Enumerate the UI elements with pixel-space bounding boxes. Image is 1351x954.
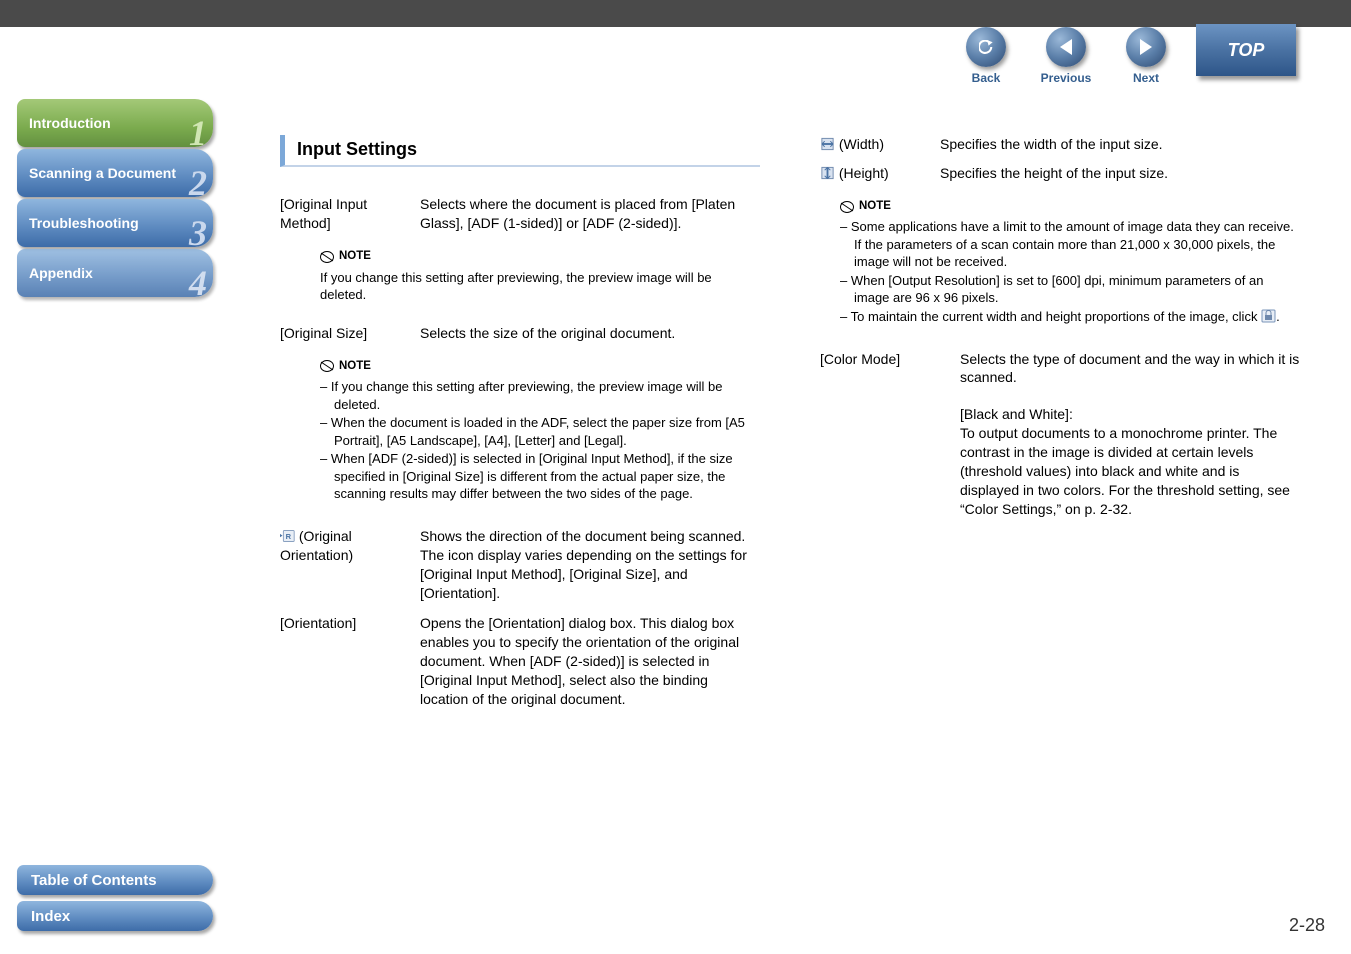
note-label-text: NOTE [339, 249, 371, 265]
bottom-buttons: Table of Contents Index [17, 865, 215, 937]
def-term-color-mode: [Color Mode] [820, 350, 960, 519]
def-desc: Selects the type of document and the way… [960, 350, 1300, 519]
note-text: If you change this setting after preview… [320, 269, 760, 304]
def-term-original-orientation: R (Original Orientation) [280, 527, 420, 603]
sidebar-item-label: Appendix [29, 265, 93, 281]
def-term-text: (Height) [835, 165, 889, 181]
tab-number: 3 [189, 212, 207, 254]
note-label-text: NOTE [339, 359, 371, 375]
next-label: Next [1133, 71, 1159, 85]
sub-desc: To output documents to a monochrome prin… [960, 424, 1300, 518]
index-label: Index [31, 908, 70, 925]
note-icon [320, 250, 334, 264]
note-block: NOTE – Some applications have a limit to… [840, 199, 1300, 326]
def-desc: Specifies the height of the input size. [940, 164, 1300, 183]
note-item: – To maintain the current width and heig… [840, 308, 1300, 326]
def-term-original-size: [Original Size] [280, 324, 420, 343]
next-icon [1138, 38, 1154, 56]
note-label: NOTE [840, 199, 1300, 215]
def-term-height: (Height) [820, 164, 940, 183]
note-block: NOTE – If you change this setting after … [320, 359, 760, 503]
sidebar-item-label: Introduction [29, 115, 111, 131]
table-of-contents-button[interactable]: Table of Contents [17, 865, 213, 895]
right-column: (Width) Specifies the width of the input… [820, 135, 1300, 719]
def-term-text: (Width) [835, 136, 884, 152]
note-label: NOTE [320, 249, 760, 265]
svg-text:R: R [286, 532, 292, 541]
note-item: – If you change this setting after previ… [320, 378, 760, 413]
note-item: – When [ADF (2-sided)] is selected in [O… [320, 450, 760, 503]
definition-row: (Width) Specifies the width of the input… [820, 135, 1300, 154]
note-item: – When [Output Resolution] is set to [60… [840, 272, 1300, 307]
def-desc: Specifies the width of the input size. [940, 135, 1300, 154]
orientation-icon: R [280, 529, 295, 543]
sidebar-item-scanning[interactable]: Scanning a Document 2 [17, 149, 213, 197]
tab-number: 2 [189, 162, 207, 204]
note-block: NOTE If you change this setting after pr… [320, 249, 760, 304]
index-button[interactable]: Index [17, 901, 213, 931]
back-icon [979, 40, 994, 54]
top-button[interactable]: TOP [1196, 24, 1296, 76]
tab-number: 4 [189, 262, 207, 304]
lock-ratio-icon [1261, 309, 1276, 323]
previous-label: Previous [1041, 71, 1092, 85]
note-item: – Some applications have a limit to the … [840, 218, 1300, 271]
sidebar-item-label: Scanning a Document [29, 165, 176, 181]
back-button[interactable]: Back [956, 27, 1016, 85]
definition-row: [Orientation] Opens the [Orientation] di… [280, 614, 760, 708]
definition-row: [Color Mode] Selects the type of documen… [820, 350, 1300, 519]
def-term-width: (Width) [820, 135, 940, 154]
width-icon [820, 137, 835, 151]
sidebar-item-troubleshooting[interactable]: Troubleshooting 3 [17, 199, 213, 247]
back-label: Back [972, 71, 1001, 85]
note-icon [840, 200, 854, 214]
previous-button[interactable]: Previous [1036, 27, 1096, 85]
left-column: Input Settings [Original Input Method] S… [280, 135, 760, 719]
sidebar-item-introduction[interactable]: Introduction 1 [17, 99, 213, 147]
def-desc-text: Selects the type of document and the way… [960, 350, 1300, 388]
sub-title: [Black and White]: [960, 405, 1300, 424]
sidebar: Introduction 1 Scanning a Document 2 Tro… [17, 99, 215, 299]
height-icon [820, 166, 835, 180]
def-desc: Shows the direction of the document bein… [420, 527, 760, 603]
note-item-tail: . [1276, 309, 1280, 324]
note-label-text: NOTE [859, 199, 891, 215]
top-label: TOP [1228, 40, 1265, 61]
def-desc: Selects where the document is placed fro… [420, 195, 760, 233]
note-icon [320, 359, 334, 373]
def-desc: Opens the [Orientation] dialog box. This… [420, 614, 760, 708]
note-list: – Some applications have a limit to the … [840, 218, 1300, 325]
page-number: 2-28 [1289, 915, 1325, 936]
section-title: Input Settings [280, 135, 760, 167]
sidebar-item-label: Troubleshooting [29, 215, 139, 231]
def-term-orientation: [Orientation] [280, 614, 420, 708]
nav-bar: Back Previous Next TOP [956, 27, 1351, 90]
note-label: NOTE [320, 359, 760, 375]
definition-row: [Original Input Method] Selects where th… [280, 195, 760, 233]
top-bar [0, 0, 1351, 27]
previous-icon [1058, 38, 1074, 56]
sidebar-item-appendix[interactable]: Appendix 4 [17, 249, 213, 297]
toc-label: Table of Contents [31, 872, 157, 889]
note-item-text: – To maintain the current width and heig… [840, 309, 1261, 324]
next-button[interactable]: Next [1116, 27, 1176, 85]
definition-row: (Height) Specifies the height of the inp… [820, 164, 1300, 183]
definition-row: R (Original Orientation) Shows the direc… [280, 527, 760, 603]
note-item: – When the document is loaded in the ADF… [320, 414, 760, 449]
definition-row: [Original Size] Selects the size of the … [280, 324, 760, 343]
def-desc: Selects the size of the original documen… [420, 324, 760, 343]
tab-number: 1 [189, 112, 207, 154]
content-area: Input Settings [Original Input Method] S… [280, 135, 1310, 719]
note-list: – If you change this setting after previ… [320, 378, 760, 503]
def-term-original-input: [Original Input Method] [280, 195, 420, 233]
